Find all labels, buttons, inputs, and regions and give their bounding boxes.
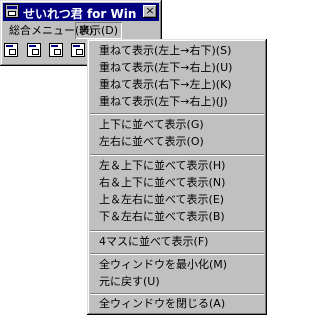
menu-separator: [90, 154, 264, 156]
menu-four-grid[interactable]: 4マスに並べて表示(F): [99, 234, 208, 250]
menu-right-and-vertical[interactable]: 右＆上下に並べて表示(N): [99, 175, 225, 191]
menu-bottom-and-horizontal[interactable]: 下＆左右に並べて表示(B): [99, 209, 225, 225]
menu-separator: [90, 253, 264, 255]
menu-separator: [90, 113, 264, 115]
menu-cascade-topleft-bottomright[interactable]: 重ねて表示(左上→右下)(S): [99, 43, 231, 59]
cascade-window-icon[interactable]: [49, 43, 63, 57]
menu-restore[interactable]: 元に戻す(U): [99, 274, 160, 290]
menu-tile-vertical[interactable]: 上下に並べて表示(G): [99, 117, 204, 133]
menu-top-and-horizontal[interactable]: 上＆左右に並べて表示(E): [99, 192, 224, 208]
cascade-window-icon[interactable]: [71, 43, 85, 57]
view-dropdown-menu: 重ねて表示(左上→右下)(S) 重ねて表示(左下→右上)(U) 重ねて表示(右下…: [87, 39, 267, 315]
menu-cascade-bottomleft-topright-j[interactable]: 重ねて表示(左下→右上)(J): [99, 94, 228, 110]
cascade-window-icon[interactable]: [27, 43, 41, 57]
menu-left-and-vertical[interactable]: 左＆上下に並べて表示(H): [99, 158, 225, 174]
menu-cascade-bottomright-topleft[interactable]: 重ねて表示(右下→左上)(K): [99, 77, 232, 93]
menu-tile-horizontal[interactable]: 左右に並べて表示(O): [99, 134, 204, 150]
close-button[interactable]: ×: [143, 5, 157, 18]
menu-minimize-all[interactable]: 全ウィンドウを最小化(M): [99, 257, 227, 273]
menu-view[interactable]: 表示(D): [75, 22, 122, 39]
menu-close-all[interactable]: 全ウィンドウを閉じる(A): [99, 296, 225, 312]
menu-separator: [90, 293, 264, 295]
cascade-window-icon[interactable]: [4, 43, 18, 57]
window-title: せいれつ君 for Win: [23, 7, 137, 21]
menu-cascade-bottomleft-topright-u[interactable]: 重ねて表示(左下→右上)(U): [99, 60, 232, 76]
menu-separator: [90, 230, 264, 232]
app-icon[interactable]: [5, 4, 19, 18]
menu-bar: 総合メニュー(M) 表示(D): [3, 22, 159, 39]
title-bar[interactable]: せいれつ君 for Win ×: [3, 3, 159, 21]
